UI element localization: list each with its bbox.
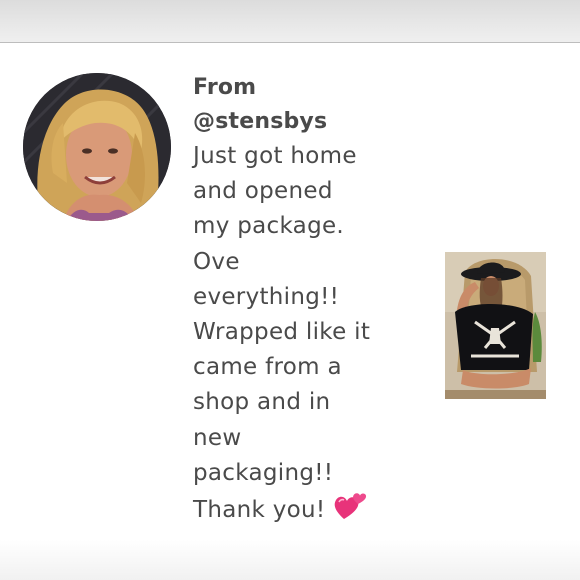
message-line: came from a — [193, 354, 342, 381]
review-text: From @stensbys Just got home and opened … — [193, 71, 433, 532]
message-line: Wrapped like it — [193, 319, 371, 346]
bottom-fade — [0, 540, 580, 580]
message-line: and opened — [193, 178, 333, 205]
top-bar — [0, 0, 580, 43]
reviewer-avatar[interactable] — [23, 73, 171, 221]
message-line-last: Thank you! — [193, 491, 433, 532]
message-line: Ove — [193, 248, 240, 275]
message-line: everything!! — [193, 283, 340, 310]
message-line: Just got home — [193, 143, 357, 169]
message-line: packaging!! — [193, 459, 334, 486]
message-line: shop and in — [193, 389, 331, 416]
reviewer-username[interactable]: @stensbys — [193, 105, 433, 139]
message-line: my package. — [193, 213, 345, 240]
message-line-text: Thank you! — [193, 497, 326, 524]
product-thumbnail[interactable] — [445, 252, 546, 399]
message-line: new — [193, 424, 242, 451]
from-label: From — [193, 75, 257, 100]
two-hearts-icon — [333, 491, 367, 532]
